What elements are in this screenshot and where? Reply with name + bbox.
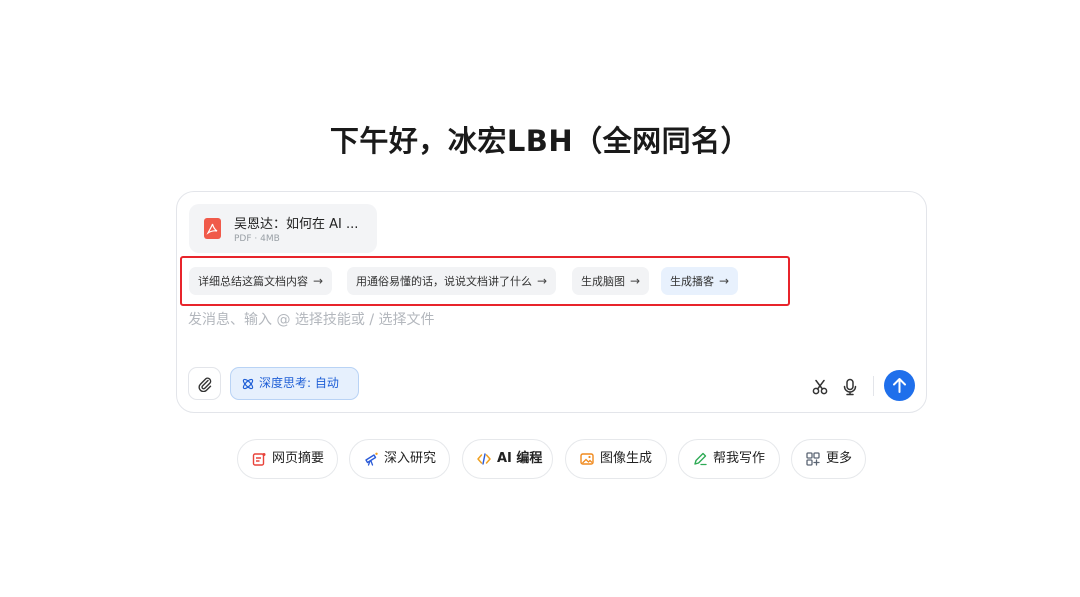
skill-label: AI 编程 (497, 451, 543, 466)
scissors-icon[interactable] (811, 378, 829, 396)
skill-bar: 网页摘要 深入研究 AI 编程 图像生成 帮我写作 更多 (0, 439, 1080, 479)
telescope-icon (365, 452, 378, 466)
skill-label: 网页摘要 (272, 451, 325, 466)
greeting-title: 下午好，冰宏LBH（全网同名） (329, 124, 751, 158)
toolbar-divider (873, 376, 874, 396)
skill-label: 深入研究 (384, 451, 437, 466)
send-button[interactable] (884, 370, 915, 401)
web-summary-icon (252, 453, 266, 466)
deep-think-label: 深度思考: 自动 (259, 376, 339, 390)
skill-more[interactable]: 更多 (791, 439, 866, 479)
deep-think-toggle[interactable]: 深度思考: 自动 (230, 367, 359, 400)
skill-web-summary[interactable]: 网页摘要 (237, 439, 338, 479)
pen-icon (694, 452, 707, 466)
skill-label: 更多 (826, 451, 853, 466)
microphone-icon[interactable] (841, 378, 859, 396)
highlight-annotation (180, 256, 790, 306)
skill-label: 帮我写作 (713, 451, 766, 466)
arrow-up-icon (893, 378, 906, 393)
skill-ai-coding[interactable]: AI 编程 (462, 439, 553, 479)
skill-writing[interactable]: 帮我写作 (678, 439, 780, 479)
image-gen-icon (580, 453, 594, 465)
grid-icon (806, 452, 820, 466)
attached-file-card[interactable]: 吴恩达：如何在 AI ... PDF · 4MB (189, 204, 377, 253)
skill-image-gen[interactable]: 图像生成 (565, 439, 667, 479)
atom-icon (242, 378, 254, 390)
skill-deep-research[interactable]: 深入研究 (349, 439, 450, 479)
paperclip-icon (198, 377, 212, 392)
code-icon (477, 453, 491, 465)
attach-button[interactable] (188, 367, 221, 400)
skill-label: 图像生成 (600, 451, 653, 466)
message-input[interactable]: 发消息、输入 @ 选择技能或 / 选择文件 (188, 309, 435, 329)
pdf-icon (204, 218, 221, 239)
file-meta: PDF · 4MB (234, 234, 280, 244)
file-name: 吴恩达：如何在 AI ... (234, 217, 359, 232)
